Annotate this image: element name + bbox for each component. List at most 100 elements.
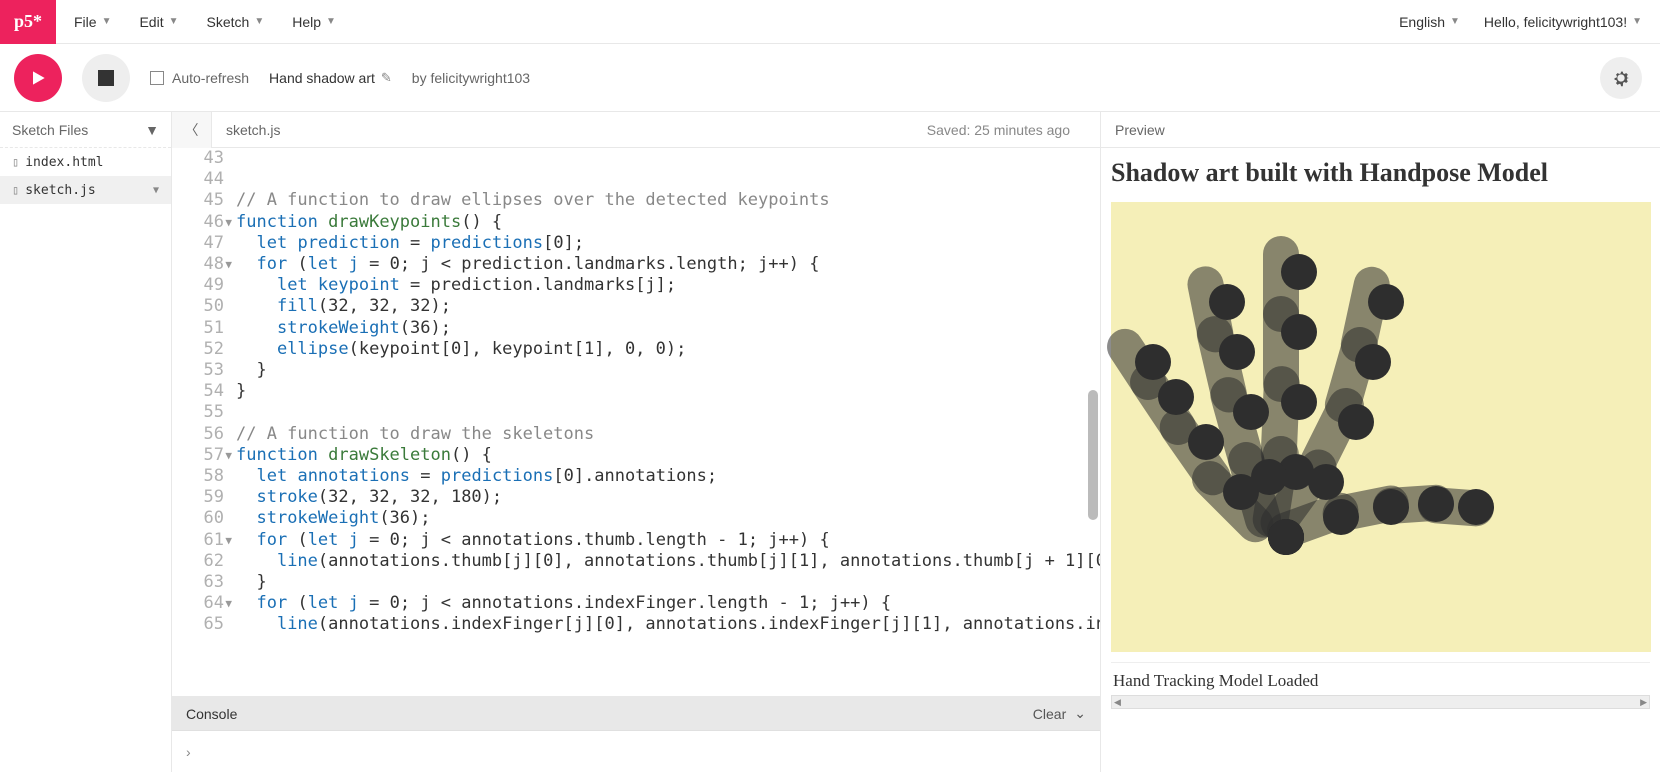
code-line[interactable]: 48▼ for (let j = 0; j < prediction.landm… [172, 254, 1100, 275]
scroll-right-icon: ▶ [1640, 697, 1647, 708]
keypoint [1188, 424, 1224, 460]
line-number: 44 [172, 169, 230, 190]
code-line[interactable]: 43 [172, 148, 1100, 169]
line-number: 51 [172, 318, 230, 339]
code-line[interactable]: 50 fill(32, 32, 32); [172, 296, 1100, 317]
console-clear-button[interactable]: Clear ⌄ [1033, 705, 1086, 722]
line-number: 46▼ [172, 212, 230, 233]
scroll-left-icon: ◀ [1114, 697, 1121, 708]
line-number: 55 [172, 402, 230, 423]
fold-icon[interactable]: ▼ [225, 445, 232, 466]
code-line[interactable]: 59 stroke(32, 32, 32, 180); [172, 487, 1100, 508]
auto-refresh-label: Auto-refresh [172, 70, 249, 86]
code-line[interactable]: 44 [172, 169, 1100, 190]
saved-status: Saved: 25 minutes ago [927, 122, 1100, 138]
code-line[interactable]: 52 ellipse(keypoint[0], keypoint[1], 0, … [172, 339, 1100, 360]
p5-logo[interactable]: p5* [0, 0, 56, 44]
fold-icon[interactable]: ▼ [225, 212, 232, 233]
language-select[interactable]: English▼ [1399, 14, 1460, 30]
fold-icon[interactable]: ▼ [225, 254, 232, 275]
code-line[interactable]: 47 let prediction = predictions[0]; [172, 233, 1100, 254]
code-line[interactable]: 53 } [172, 360, 1100, 381]
line-number: 59 [172, 487, 230, 508]
fold-icon[interactable]: ▼ [225, 593, 232, 614]
console-title: Console [186, 706, 237, 722]
settings-button[interactable] [1600, 57, 1642, 99]
code-line[interactable]: 55 [172, 402, 1100, 423]
menu-help[interactable]: Help▼ [292, 14, 336, 30]
code-text: fill(32, 32, 32); [230, 296, 451, 317]
sidebar-title: Sketch Files [12, 122, 88, 138]
preview-pane: Preview Shadow art built with Handpose M… [1100, 112, 1660, 772]
code-line[interactable]: 46▼function drawKeypoints() { [172, 212, 1100, 233]
menu-help-label: Help [292, 14, 321, 30]
line-number: 61▼ [172, 530, 230, 551]
code-line[interactable]: 58 let annotations = predictions[0].anno… [172, 466, 1100, 487]
code-line[interactable]: 57▼function drawSkeleton() { [172, 445, 1100, 466]
checkbox-icon [150, 71, 164, 85]
scrollbar-thumb[interactable] [1088, 390, 1098, 520]
menu-file[interactable]: File▼ [74, 14, 111, 30]
code-line[interactable]: 56// A function to draw the skeletons [172, 424, 1100, 445]
keypoint [1233, 394, 1269, 430]
menu-sketch[interactable]: Sketch▼ [207, 14, 265, 30]
code-line[interactable]: 60 strokeWeight(36); [172, 508, 1100, 529]
code-line[interactable]: 64▼ for (let j = 0; j < annotations.inde… [172, 593, 1100, 614]
keypoint [1281, 254, 1317, 290]
code-line[interactable]: 45// A function to draw ellipses over th… [172, 190, 1100, 211]
fold-icon[interactable]: ▼ [225, 530, 232, 551]
sidebar-header[interactable]: Sketch Files ▼ [0, 112, 171, 148]
collapse-sidebar-button[interactable]: 〈 [172, 112, 212, 148]
preview-log: Hand Tracking Model Loaded [1111, 662, 1650, 691]
code-line[interactable]: 61▼ for (let j = 0; j < annotations.thum… [172, 530, 1100, 551]
code-text: function drawKeypoints() { [230, 212, 502, 233]
horizontal-scrollbar[interactable]: ◀▶ [1111, 695, 1650, 709]
keypoint [1458, 489, 1494, 525]
code-text [230, 148, 236, 169]
file-item[interactable]: ▯sketch.js▼ [0, 176, 171, 204]
code-text [230, 402, 236, 423]
user-greeting: Hello, felicitywright103! [1484, 14, 1627, 30]
preview-header: Preview [1101, 112, 1660, 148]
console-body[interactable]: › [172, 730, 1100, 772]
line-number: 45 [172, 190, 230, 211]
auto-refresh-toggle[interactable]: Auto-refresh [150, 70, 249, 86]
menu-file-label: File [74, 14, 97, 30]
sketch-name[interactable]: Hand shadow art ✎ [269, 70, 392, 86]
caret-down-icon: ▼ [145, 122, 159, 138]
editor-tab[interactable]: sketch.js [212, 122, 294, 138]
keypoint [1373, 489, 1409, 525]
file-list: ▯index.html▯sketch.js▼ [0, 148, 171, 204]
code-text: strokeWeight(36); [230, 318, 451, 339]
code-line[interactable]: 51 strokeWeight(36); [172, 318, 1100, 339]
chevron-left-icon: 〈 [185, 120, 199, 140]
code-text: strokeWeight(36); [230, 508, 431, 529]
code-line[interactable]: 49 let keypoint = prediction.landmarks[j… [172, 275, 1100, 296]
code-line[interactable]: 62 line(annotations.thumb[j][0], annotat… [172, 551, 1100, 572]
sidebar: Sketch Files ▼ ▯index.html▯sketch.js▼ [0, 112, 172, 772]
code-editor[interactable]: 434445// A function to draw ellipses ove… [172, 148, 1100, 696]
code-text: } [230, 381, 246, 402]
console-header[interactable]: Console Clear ⌄ [172, 696, 1100, 730]
menu-edit[interactable]: Edit▼ [139, 14, 178, 30]
caret-down-icon: ▼ [1632, 16, 1642, 27]
pencil-icon: ✎ [381, 70, 392, 86]
language-label: English [1399, 14, 1445, 30]
line-number: 56 [172, 424, 230, 445]
top-menu-bar: p5* File▼ Edit▼ Sketch▼ Help▼ English▼ H… [0, 0, 1660, 44]
code-text: } [230, 360, 267, 381]
code-line[interactable]: 63 } [172, 572, 1100, 593]
line-number: 43 [172, 148, 230, 169]
editor-pane: 〈 sketch.js Saved: 25 minutes ago 434445… [172, 112, 1100, 772]
stop-button[interactable] [82, 54, 130, 102]
user-menu[interactable]: Hello, felicitywright103! ▼ [1484, 14, 1642, 30]
file-item[interactable]: ▯index.html [0, 148, 171, 176]
play-button[interactable] [14, 54, 62, 102]
keypoint [1368, 284, 1404, 320]
code-line[interactable]: 54} [172, 381, 1100, 402]
preview-body: Shadow art built with Handpose Model Han… [1101, 148, 1660, 772]
caret-down-icon: ▼ [169, 16, 179, 27]
keypoint [1219, 334, 1255, 370]
code-line[interactable]: 65 line(annotations.indexFinger[j][0], a… [172, 614, 1100, 635]
stop-icon [98, 70, 114, 86]
